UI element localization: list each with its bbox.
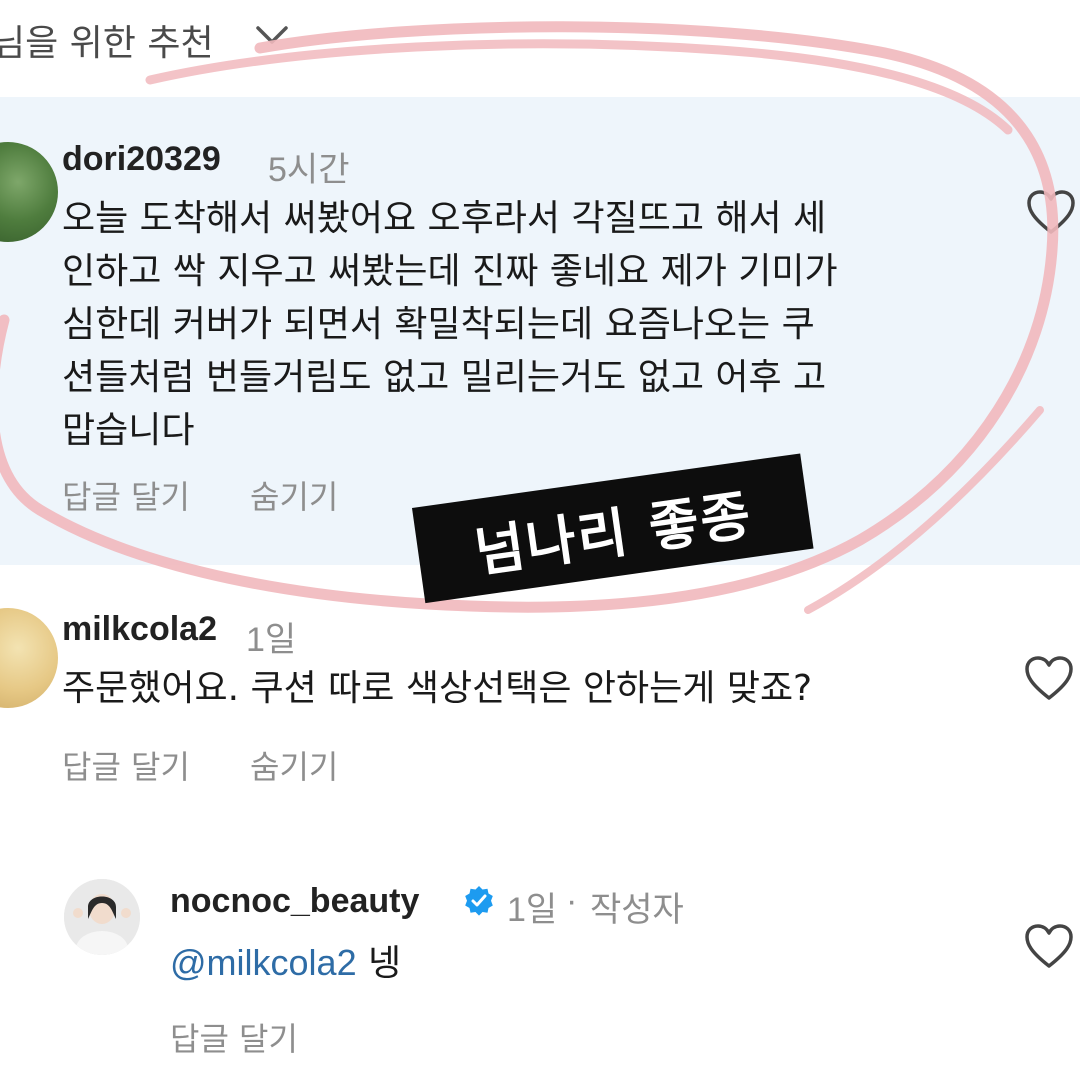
- author-badge: 작성자: [590, 891, 684, 929]
- comment-timestamp: 5시간: [268, 151, 350, 189]
- hide-button[interactable]: 숨기기: [250, 472, 338, 518]
- reply-button[interactable]: 답글 달기: [62, 472, 190, 518]
- verified-badge-icon: [465, 886, 493, 916]
- comment-text: 오늘 도착해서 써봤어요 오후라서 각질뜨고 해서 세 인하고 싹 지우고 써봤…: [62, 192, 838, 457]
- comment-text-line: 션들처럼 번들거림도 없고 밀리는거도 없고 어후 고: [62, 357, 827, 398]
- meta-separator: ·: [566, 882, 578, 920]
- reply-body: 넹: [368, 943, 402, 984]
- chevron-down-icon[interactable]: [252, 20, 292, 50]
- comment-username[interactable]: dori20329: [62, 140, 221, 179]
- mention-link[interactable]: @milkcola2: [170, 942, 357, 983]
- comment-text: 주문했어요. 쿠션 따로 색상선택은 안하는게 맞죠?: [62, 668, 813, 709]
- filter-label: 님을 위한 추천: [0, 23, 214, 64]
- avatar[interactable]: [0, 608, 58, 708]
- avatar[interactable]: [64, 879, 140, 955]
- reply-button[interactable]: 답글 달기: [62, 742, 190, 788]
- comment-text-line: 오늘 도착해서 써봤어요 오후라서 각질뜨고 해서 세: [62, 198, 827, 239]
- hide-button[interactable]: 숨기기: [250, 742, 338, 788]
- heart-icon[interactable]: [1023, 922, 1075, 970]
- reply-button[interactable]: 답글 달기: [170, 1014, 298, 1060]
- comments-filter-header[interactable]: 님을 위한 추천: [0, 0, 1080, 90]
- comment-text-line: 심한데 커버가 되면서 확밀착되는데 요즘나오는 쿠: [62, 304, 815, 345]
- reply-timestamp: 1일: [507, 891, 558, 929]
- heart-icon[interactable]: [1025, 188, 1077, 236]
- reply-username[interactable]: nocnoc_beauty: [170, 882, 419, 921]
- heart-icon[interactable]: [1023, 654, 1075, 702]
- reply-text: @milkcola2 넹: [170, 936, 401, 990]
- comment-timestamp: 1일: [246, 621, 297, 659]
- person-icon: [64, 879, 140, 955]
- comment-text-line: 맙습니다: [62, 410, 195, 451]
- comment-text-line: 인하고 싹 지우고 써봤는데 진짜 좋네요 제가 기미가: [62, 251, 838, 292]
- comment-username[interactable]: milkcola2: [62, 610, 217, 649]
